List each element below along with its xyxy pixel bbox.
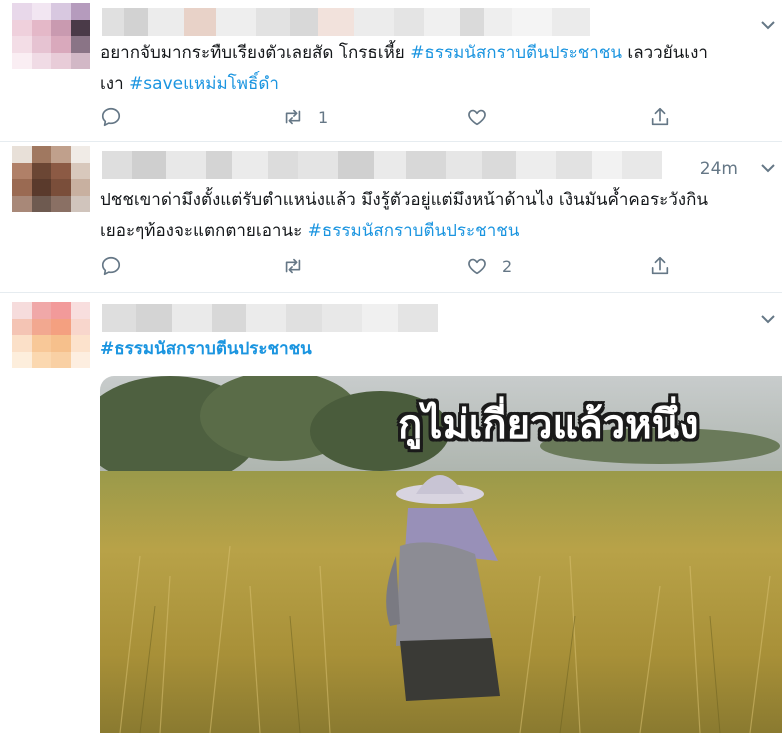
chevron-down-icon[interactable] — [760, 20, 776, 30]
tweet-text-body: อยากจับมากระทืบเรียงตัวเลยสัด โกรธเหี้ย — [100, 43, 411, 63]
avatar-blurred[interactable] — [12, 302, 90, 368]
tweet-actions: 2 — [100, 253, 680, 279]
tweet-3[interactable]: #ธรรมนัสกราบตีนประชาชน กูไม่เกี่ยวแล้วหน… — [0, 294, 782, 733]
share-button[interactable] — [649, 104, 671, 130]
tweet-text-body: เลววยันเงา — [622, 43, 708, 63]
tweet-text: #ธรรมนัสกราบตีนประชาชน — [100, 334, 780, 365]
like-button[interactable]: 2 — [466, 253, 512, 279]
like-count: 2 — [502, 256, 513, 276]
tweet-text: อยากจับมากระทืบเรียงตัวเลยสัด โกรธเหี้ย … — [100, 43, 708, 94]
hashtag-link[interactable]: #ธรรมนัสกราบตีนประชาชน — [410, 43, 622, 63]
tweet-timestamp[interactable]: 24m — [700, 159, 738, 179]
author-name-blurred[interactable] — [102, 151, 662, 179]
tweet-1[interactable]: อยากจับมากระทืบเรียงตัวเลยสัด โกรธเหี้ย … — [0, 0, 782, 142]
heart-icon — [468, 109, 486, 126]
chevron-down-icon[interactable] — [760, 163, 776, 173]
reply-button[interactable] — [100, 104, 122, 130]
retweet-count: 1 — [318, 107, 329, 127]
share-icon — [651, 107, 669, 126]
tweet-actions: 1 — [100, 104, 680, 130]
tweet-text: ปชชเขาด่ามึงตั้งแต่รับตำแหน่งแล้ว มึงรู้… — [100, 185, 780, 247]
chevron-down-icon[interactable] — [760, 314, 776, 324]
author-name-blurred[interactable] — [102, 8, 590, 36]
reply-icon — [101, 256, 121, 276]
avatar-blurred[interactable] — [12, 3, 90, 69]
reply-button[interactable] — [100, 253, 122, 279]
tweet-media-image[interactable]: กูไม่เกี่ยวแล้วหนึ่ง — [100, 376, 782, 733]
heart-icon — [468, 258, 486, 275]
retweet-button[interactable]: 1 — [282, 104, 328, 130]
reply-icon — [101, 107, 121, 127]
hashtag-link[interactable]: #ธรรมนัสกราบตีนประชาชน — [100, 339, 312, 359]
like-button[interactable] — [466, 104, 488, 130]
tweet-text-body: เยอะๆท้องจะแตกตายเอานะ — [100, 221, 308, 241]
media-caption-text: กูไม่เกี่ยวแล้วหนึ่ง — [398, 402, 699, 448]
hashtag-link[interactable]: #ธรรมนัสกราบตีนประชาชน — [308, 221, 520, 241]
share-button[interactable] — [649, 253, 671, 279]
retweet-icon — [285, 109, 301, 125]
avatar-blurred[interactable] — [12, 146, 90, 212]
tweet-2[interactable]: 24m ปชชเขาด่ามึงตั้งแต่รับตำแหน่งแล้ว มึ… — [0, 143, 782, 293]
author-name-blurred[interactable] — [102, 304, 438, 332]
tweet-text-body: ปชชเขาด่ามึงตั้งแต่รับตำแหน่งแล้ว มึงรู้… — [100, 190, 709, 210]
retweet-button[interactable] — [282, 253, 304, 279]
hashtag-link[interactable]: #saveแหม่มโพธิ์ดำ — [129, 74, 279, 94]
retweet-icon — [285, 258, 301, 274]
share-icon — [651, 256, 669, 275]
